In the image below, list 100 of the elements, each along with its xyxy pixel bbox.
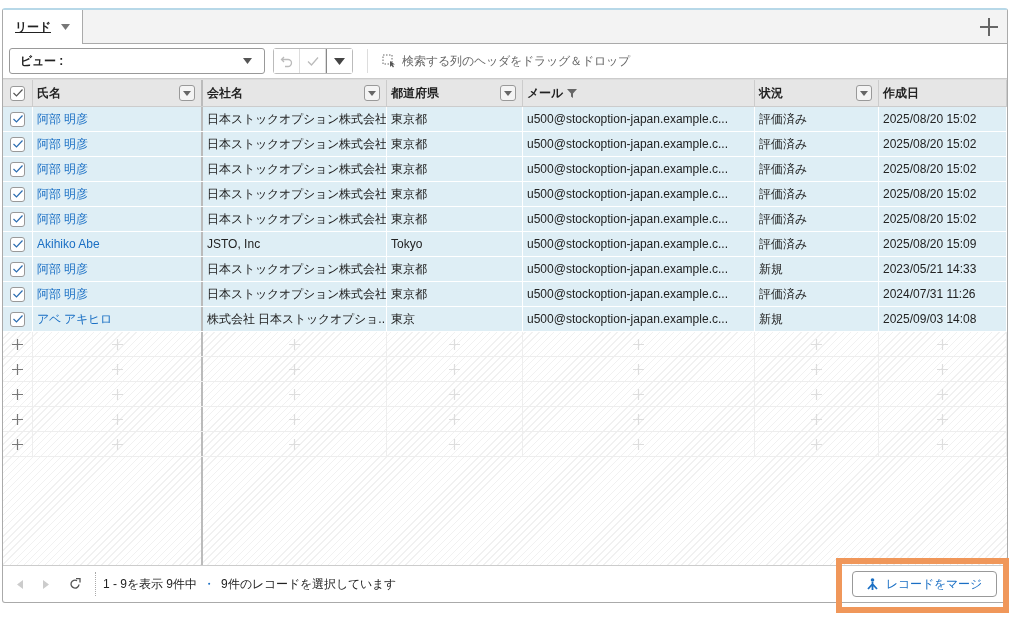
column-menu-button[interactable] (179, 85, 195, 101)
plus-icon (289, 413, 300, 425)
name-link[interactable]: アベ アキヒロ (37, 310, 113, 328)
name-link[interactable]: 阿部 明彦 (37, 285, 89, 303)
plus-icon (111, 413, 123, 425)
table-cell: 2025/08/20 15:09 (883, 237, 977, 251)
add-row-icon[interactable] (12, 438, 23, 450)
name-link[interactable]: 阿部 明彦 (37, 135, 89, 153)
plus-icon (289, 438, 300, 450)
row-checkbox[interactable] (10, 136, 25, 152)
row-checkbox[interactable] (10, 236, 25, 252)
table-cell: 日本ストックオプション株式会社 (207, 110, 386, 128)
plus-icon (449, 363, 460, 375)
table-cell: 東京都 (391, 160, 427, 178)
plus-icon (449, 388, 460, 400)
plus-icon (937, 388, 948, 400)
row-checkbox[interactable] (10, 186, 25, 202)
name-link[interactable]: 阿部 明彦 (37, 185, 89, 203)
table-cell: u500@stockoption-japan.example.c... (527, 212, 728, 226)
row-checkbox[interactable] (10, 161, 25, 177)
table-cell: 東京都 (391, 260, 427, 278)
refresh-icon[interactable] (69, 578, 81, 590)
plus-icon (111, 338, 123, 350)
table-cell: u500@stockoption-japan.example.c... (527, 287, 728, 301)
caret-icon (334, 57, 345, 65)
name-link[interactable]: 阿部 明彦 (37, 260, 89, 278)
table-cell: 2025/08/20 15:02 (883, 212, 977, 226)
caret-icon (61, 24, 70, 30)
column-header[interactable]: 状況 (755, 80, 879, 106)
table-cell: 2025/08/20 15:02 (883, 187, 977, 201)
plus-icon (811, 338, 822, 350)
table-cell: 東京都 (391, 135, 427, 153)
column-header[interactable]: 作成日 (879, 80, 1007, 106)
column-menu-button[interactable] (500, 85, 516, 101)
table-cell: 東京 (391, 310, 415, 328)
table-cell: 2025/08/20 15:02 (883, 112, 977, 126)
table-cell: 評価済み (759, 285, 807, 303)
caret-icon (183, 90, 191, 96)
row-checkbox[interactable] (10, 111, 25, 127)
row-checkbox[interactable] (10, 261, 25, 277)
add-row-icon[interactable] (12, 338, 23, 350)
table-cell: 日本ストックオプション株式会社 (207, 285, 386, 303)
caret-icon (504, 90, 512, 96)
select-all-checkbox[interactable] (10, 85, 25, 101)
table-cell: 日本ストックオプション株式会社 (207, 210, 386, 228)
row-checkbox[interactable] (10, 211, 25, 227)
column-header[interactable]: 会社名 (203, 80, 387, 106)
table-cell: 2025/08/20 15:02 (883, 162, 977, 176)
column-header[interactable]: メール (523, 80, 755, 106)
add-tab-icon[interactable] (979, 16, 999, 37)
table-cell: 日本ストックオプション株式会社 (207, 260, 386, 278)
caret-icon (243, 58, 252, 64)
filter-icon[interactable] (567, 88, 577, 98)
merge-records-button[interactable]: レコードをマージ (852, 571, 997, 597)
plus-icon (449, 413, 460, 425)
plus-icon (111, 438, 123, 450)
table-cell: u500@stockoption-japan.example.c... (527, 262, 728, 276)
table-cell: 東京都 (391, 285, 427, 303)
add-row-icon[interactable] (12, 388, 23, 400)
list-tab[interactable]: リード (3, 10, 83, 44)
name-link[interactable]: 阿部 明彦 (37, 160, 89, 178)
row-checkbox[interactable] (10, 286, 25, 302)
plus-icon (633, 438, 644, 450)
column-header[interactable]: 都道府県 (387, 80, 523, 106)
table-cell: 新規 (759, 260, 783, 278)
add-row-icon[interactable] (12, 413, 23, 425)
plus-icon (449, 338, 460, 350)
table-cell: Tokyo (391, 237, 423, 251)
drag-hint-text: 検索する列のヘッダをドラッグ＆ドロップ (402, 52, 630, 70)
table-cell: 2025/09/03 14:08 (883, 312, 977, 326)
selection-count-text: 9件のレコードを選択しています (221, 575, 396, 593)
caret-icon (860, 90, 868, 96)
name-link[interactable]: 阿部 明彦 (37, 210, 89, 228)
plus-icon (111, 388, 123, 400)
name-link[interactable]: Akihiko Abe (37, 237, 100, 251)
table-cell: 東京都 (391, 110, 427, 128)
table-cell: u500@stockoption-japan.example.c... (527, 187, 728, 201)
plus-icon (937, 438, 948, 450)
table-cell: 2025/08/20 15:02 (883, 137, 977, 151)
plus-icon (811, 438, 822, 450)
table-cell: 株式会社 日本ストックオプショ... (207, 310, 386, 328)
more-button[interactable] (326, 49, 352, 73)
table-cell: u500@stockoption-japan.example.c... (527, 312, 728, 326)
name-link[interactable]: 阿部 明彦 (37, 110, 89, 128)
plus-icon (289, 388, 300, 400)
column-menu-button[interactable] (856, 85, 872, 101)
plus-icon (633, 338, 644, 350)
person-icon (867, 578, 878, 590)
table-cell: 評価済み (759, 110, 807, 128)
add-row-icon[interactable] (12, 363, 23, 375)
table-cell: 評価済み (759, 135, 807, 153)
table-cell: 新規 (759, 310, 783, 328)
table-cell: 東京都 (391, 185, 427, 203)
plus-icon (937, 363, 948, 375)
plus-icon (633, 388, 644, 400)
view-select[interactable]: ビュー : (9, 48, 265, 74)
table-cell: 評価済み (759, 235, 807, 253)
table-cell: 日本ストックオプション株式会社 (207, 185, 386, 203)
row-checkbox[interactable] (10, 311, 25, 327)
column-menu-button[interactable] (364, 85, 380, 101)
